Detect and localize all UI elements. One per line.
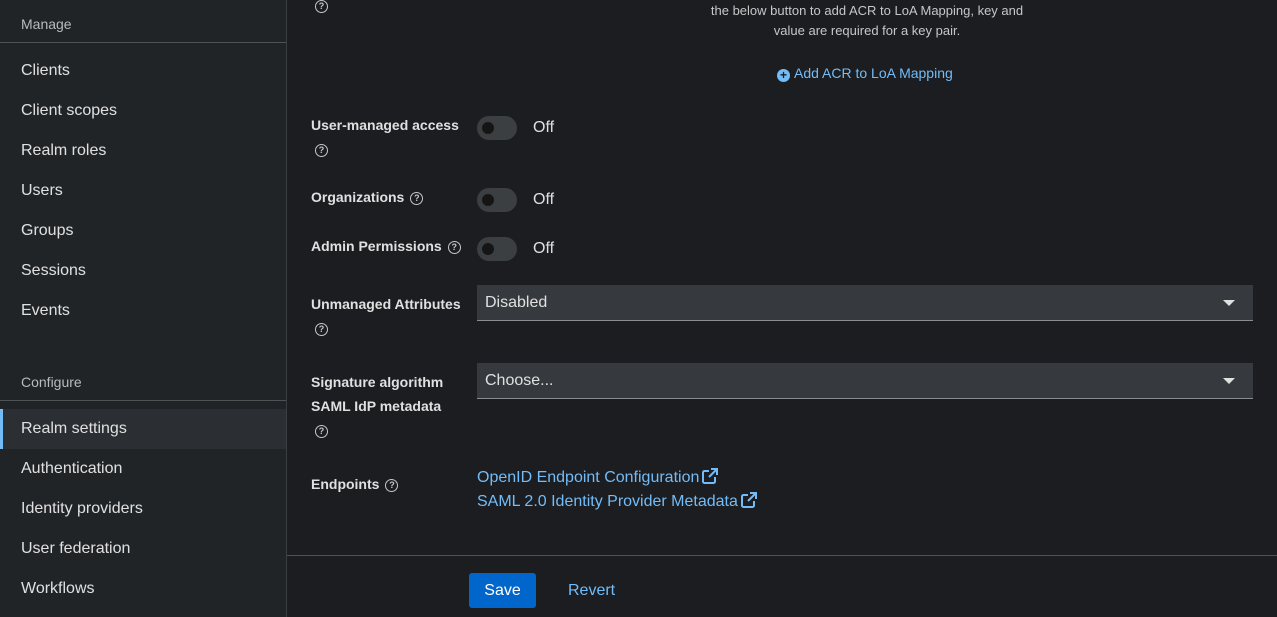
unmanaged-attributes-help-icon[interactable]: ?	[315, 323, 328, 336]
admin-permissions-state: Off	[533, 240, 555, 257]
main-content: ? the below button to add ACR to LoA Map…	[287, 0, 1277, 617]
admin-permissions-label: Admin Permissions	[311, 238, 442, 254]
external-link-icon	[740, 492, 757, 508]
acr-help-icon[interactable]: ?	[315, 0, 328, 13]
sidebar: Manage Clients Client scopes Realm roles…	[0, 0, 287, 617]
openid-endpoint-link[interactable]: OpenID Endpoint Configuration	[477, 468, 719, 487]
sidebar-item-workflows[interactable]: Workflows	[0, 569, 286, 609]
sidebar-item-user-federation[interactable]: User federation	[0, 529, 286, 569]
organizations-toggle[interactable]	[477, 188, 517, 212]
external-link-icon	[702, 468, 719, 484]
unmanaged-attributes-label: Unmanaged Attributes	[311, 296, 461, 312]
signature-algorithm-value: Choose...	[485, 372, 554, 389]
saml-metadata-link[interactable]: SAML 2.0 Identity Provider Metadata	[477, 492, 757, 511]
signature-algorithm-help-icon[interactable]: ?	[315, 425, 328, 438]
save-button[interactable]: Save	[469, 573, 536, 608]
configure-section-title: Configure	[21, 374, 82, 390]
organizations-help-icon[interactable]: ?	[410, 191, 424, 205]
add-acr-mapping-button[interactable]: + Add ACR to LoA Mapping	[777, 65, 953, 82]
manage-section-title: Manage	[21, 16, 72, 32]
sidebar-item-authentication[interactable]: Authentication	[0, 449, 286, 489]
admin-permissions-help-icon[interactable]: ?	[447, 240, 461, 254]
signature-algorithm-label-line2: SAML IdP metadata	[311, 398, 442, 414]
endpoints-row-label: Endpoints?	[311, 476, 399, 492]
sidebar-item-users[interactable]: Users	[0, 171, 286, 211]
user-managed-access-state: Off	[533, 119, 555, 136]
plus-circle-icon: +	[777, 69, 790, 82]
user-managed-access-toggle[interactable]	[477, 116, 517, 140]
endpoints-help-icon[interactable]: ?	[385, 478, 399, 492]
admin-permissions-row-label: Admin Permissions?	[311, 238, 461, 254]
signature-algorithm-label-line1: Signature algorithm	[311, 374, 444, 390]
user-managed-access-help-icon[interactable]: ?	[315, 144, 328, 157]
sidebar-item-sessions[interactable]: Sessions	[0, 251, 286, 291]
unmanaged-attributes-select[interactable]: Disabled	[477, 285, 1253, 321]
acr-hint-line1: the below button to add ACR to LoA Mappi…	[710, 3, 1024, 18]
add-acr-label: Add ACR to LoA Mapping	[794, 65, 953, 81]
saml-metadata-label: SAML 2.0 Identity Provider Metadata	[477, 493, 738, 510]
sidebar-item-realm-roles[interactable]: Realm roles	[0, 131, 286, 171]
organizations-label: Organizations	[311, 189, 405, 205]
organizations-row-label: Organizations?	[311, 189, 424, 205]
sidebar-item-groups[interactable]: Groups	[0, 211, 286, 251]
organizations-state: Off	[533, 191, 555, 208]
sidebar-item-identity-providers[interactable]: Identity providers	[0, 489, 286, 529]
signature-algorithm-select[interactable]: Choose...	[477, 363, 1253, 399]
sidebar-item-events[interactable]: Events	[0, 291, 286, 331]
sidebar-item-realm-settings[interactable]: Realm settings	[0, 409, 286, 449]
caret-down-icon	[1223, 378, 1235, 384]
manage-divider	[0, 42, 286, 43]
caret-down-icon	[1223, 300, 1235, 306]
unmanaged-attributes-value: Disabled	[485, 294, 548, 311]
user-managed-access-label: User-managed access	[311, 117, 459, 133]
endpoints-label: Endpoints	[311, 476, 380, 492]
acr-hint-line2: value are required for a key pair.	[773, 23, 961, 38]
sidebar-item-clients[interactable]: Clients	[0, 51, 286, 91]
openid-endpoint-label: OpenID Endpoint Configuration	[477, 469, 700, 486]
configure-divider	[0, 400, 286, 401]
sidebar-item-client-scopes[interactable]: Client scopes	[0, 91, 286, 131]
admin-permissions-toggle[interactable]	[477, 237, 517, 261]
revert-button[interactable]: Revert	[568, 573, 615, 608]
footer-divider	[287, 555, 1277, 556]
